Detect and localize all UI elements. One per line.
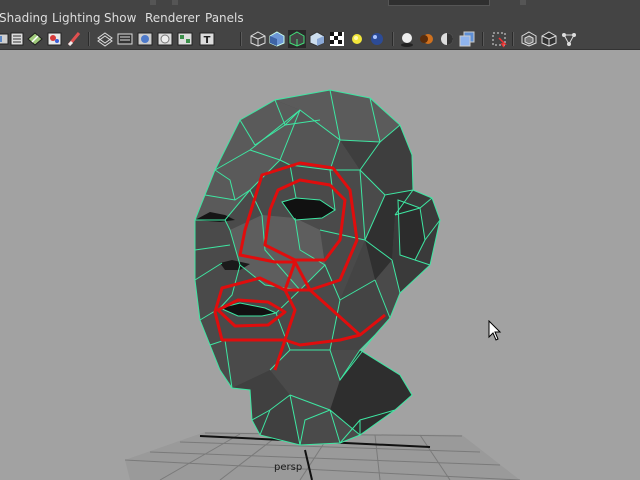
depth-of-field-icon[interactable] [458, 30, 476, 48]
toolbar-separator [482, 32, 484, 46]
svg-text:T: T [204, 35, 211, 46]
head-mesh [194, 89, 441, 446]
textured-icon[interactable] [348, 30, 366, 48]
resolution-gate-icon[interactable] [116, 30, 134, 48]
xray-joints-icon[interactable] [540, 30, 558, 48]
status-separator [150, 0, 156, 5]
toolbar-separator [88, 32, 90, 46]
texture-text-icon[interactable]: T [198, 30, 216, 48]
xray-components-icon[interactable] [560, 30, 578, 48]
menu-panels[interactable]: Panels [205, 11, 244, 25]
flat-shade-icon[interactable] [308, 30, 326, 48]
default-material-icon[interactable] [328, 30, 346, 48]
use-lights-icon[interactable] [368, 30, 386, 48]
image-plane-icon[interactable] [46, 30, 64, 48]
toolbar-separator [240, 32, 242, 46]
menu-lighting[interactable]: Lighting [52, 11, 101, 25]
scene-canvas [124, 89, 521, 480]
command-field[interactable] [388, 0, 490, 6]
wireframe-on-shaded-icon[interactable] [288, 30, 306, 48]
perspective-viewport[interactable]: persp [0, 50, 640, 480]
mouse-cursor-icon [488, 319, 502, 346]
status-separator [172, 0, 178, 5]
status-separator [520, 0, 526, 5]
motion-blur-icon[interactable] [438, 30, 456, 48]
xray-icon[interactable] [520, 30, 538, 48]
wireframe-icon[interactable] [249, 30, 267, 48]
menu-show[interactable]: Show [104, 11, 136, 25]
menu-renderer[interactable]: Renderer [145, 11, 200, 25]
film-gate-icon[interactable] [96, 30, 114, 48]
toolbar-separator [512, 32, 514, 46]
gate-mask-icon[interactable] [136, 30, 154, 48]
menu-shading[interactable]: Shading [0, 11, 48, 25]
grid-toggle-icon[interactable] [65, 30, 83, 48]
field-chart-icon[interactable] [156, 30, 174, 48]
toolbar-separator [392, 32, 394, 46]
shadows-icon[interactable] [398, 30, 416, 48]
safe-title-icon[interactable] [176, 30, 194, 48]
isolate-select-icon[interactable] [490, 30, 508, 48]
camera-attributes-icon[interactable] [8, 30, 26, 48]
ambient-occlusion-icon[interactable] [418, 30, 436, 48]
smooth-shade-icon[interactable] [268, 30, 286, 48]
bookmarks-icon[interactable] [26, 30, 44, 48]
panel-menu-bar: Shading Lighting Show Renderer Panels [0, 8, 640, 29]
camera-label: persp [274, 462, 303, 473]
panel-toolbar: T [0, 29, 640, 50]
